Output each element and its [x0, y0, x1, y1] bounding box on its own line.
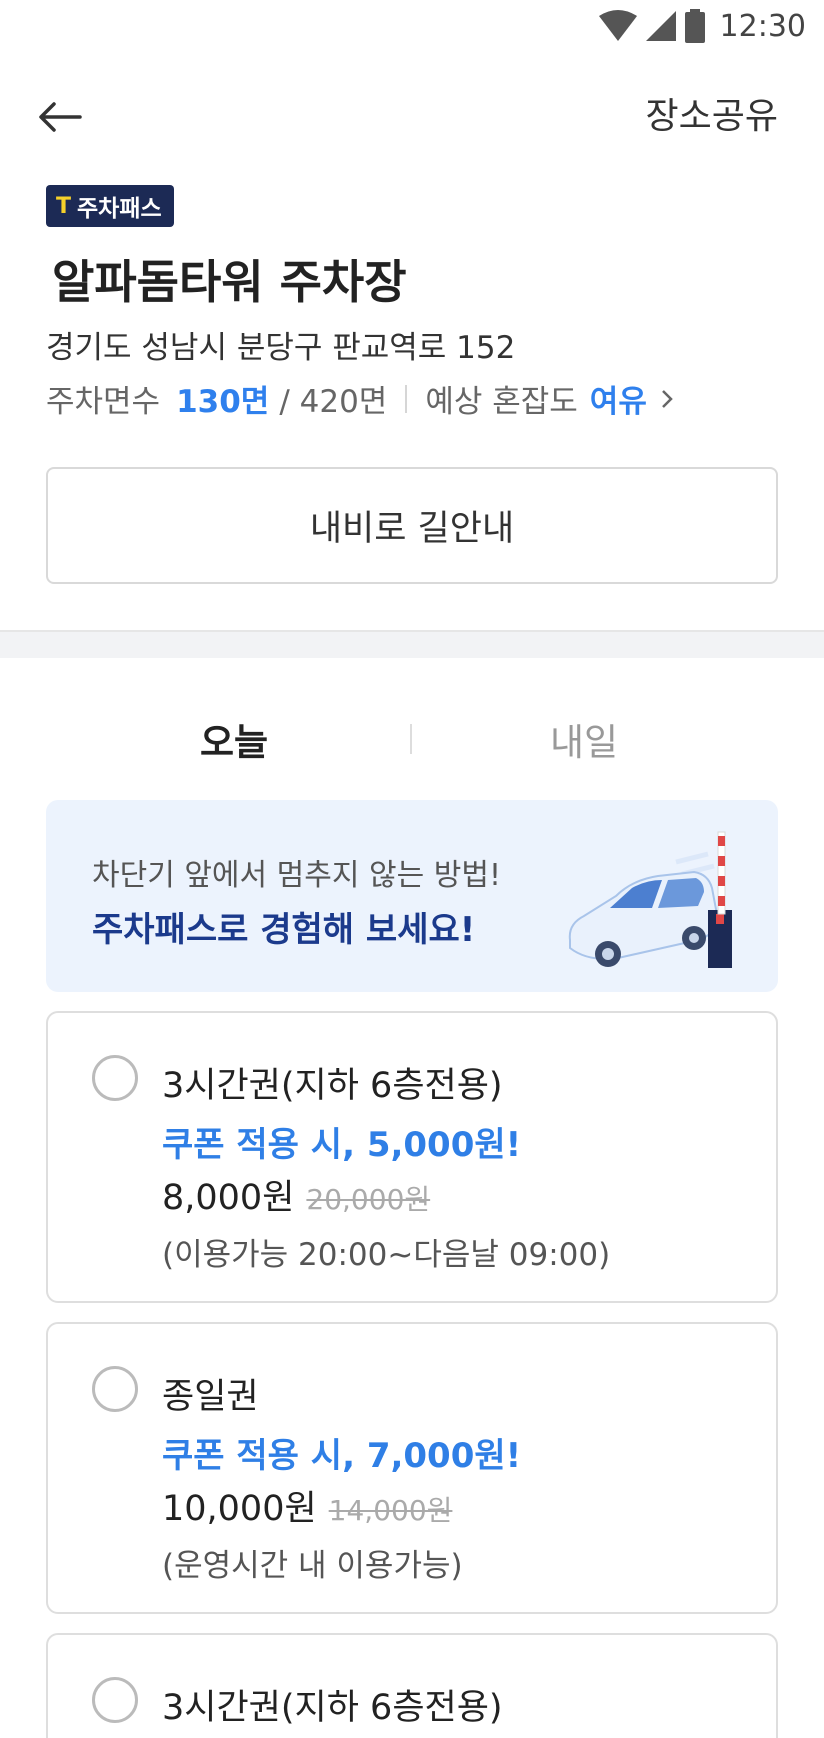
ticket-original-price: 14,000원	[328, 1494, 453, 1527]
ticket-price: 10,000원	[162, 1489, 317, 1529]
battery-icon	[684, 9, 705, 43]
ticket-option[interactable]: 3시간권(지하 6층전용) 쿠폰 적용 시, 5,000원! 8,000원 20…	[46, 1011, 778, 1303]
ticket-radio[interactable]	[92, 1055, 138, 1101]
section-divider	[0, 630, 824, 658]
back-button[interactable]	[38, 92, 88, 142]
status-time: 12:30	[719, 8, 806, 44]
parking-pass-promo-banner[interactable]: 차단기 앞에서 멈추지 않는 방법! 주차패스로 경험해 보세요!	[46, 800, 778, 992]
ticket-original-price: 20,000원	[306, 1183, 431, 1216]
navigation-button[interactable]: 내비로 길안내	[46, 467, 778, 584]
ticket-price-row: 10,000원 14,000원	[162, 1480, 452, 1531]
promo-title: 주차패스로 경험해 보세요!	[92, 910, 476, 950]
ticket-price-row: 8,000원 20,000원	[162, 1169, 430, 1220]
parking-pass-badge-label: 주차패스	[77, 196, 162, 222]
car-gate-illustration	[568, 831, 732, 968]
congestion-value: 여유	[589, 384, 647, 420]
status-bar: 12:30	[0, 0, 824, 52]
ticket-option[interactable]: 3시간권(지하 6층전용)	[46, 1633, 778, 1738]
parking-info-line[interactable]: 주차면수 130면 / 420면 예상 혼잡도 여유	[46, 376, 679, 421]
ticket-option[interactable]: 종일권 쿠폰 적용 시, 7,000원! 10,000원 14,000원 (운영…	[46, 1322, 778, 1614]
spaces-total: / 420면	[279, 384, 388, 420]
place-title: 알파돔타워 주차장	[52, 255, 407, 309]
ticket-coupon-price: 쿠폰 적용 시, 5,000원!	[162, 1125, 522, 1165]
ticket-radio[interactable]	[92, 1677, 138, 1723]
chevron-right-icon	[661, 389, 673, 408]
parking-pass-logo-icon: T	[56, 193, 72, 219]
ticket-coupon-price: 쿠폰 적용 시, 7,000원!	[162, 1436, 522, 1476]
back-arrow-icon	[39, 102, 82, 132]
tab-today[interactable]: 오늘	[200, 712, 268, 766]
tab-separator	[410, 724, 412, 754]
ticket-name: 종일권	[162, 1377, 259, 1417]
ticket-hours: (이용가능 20:00~다음날 09:00)	[162, 1237, 611, 1273]
ticket-hours: (운영시간 내 이용가능)	[162, 1548, 463, 1584]
info-separator	[405, 384, 408, 413]
ticket-radio[interactable]	[92, 1366, 138, 1412]
tab-tomorrow[interactable]: 내일	[550, 712, 618, 766]
promo-subtitle: 차단기 앞에서 멈추지 않는 방법!	[92, 858, 501, 893]
status-icons: 12:30	[598, 8, 806, 44]
ticket-price: 8,000원	[162, 1178, 295, 1218]
wifi-icon	[598, 10, 637, 41]
spaces-label: 주차면수	[46, 384, 161, 420]
ticket-name: 3시간권(지하 6층전용)	[162, 1688, 503, 1728]
spaces-available: 130면	[176, 384, 270, 420]
place-address: 경기도 성남시 분당구 판교역로 152	[46, 330, 516, 366]
parking-pass-badge: T 주차패스	[46, 185, 174, 227]
share-place-button[interactable]: 장소공유	[646, 92, 778, 142]
ticket-name: 3시간권(지하 6층전용)	[162, 1066, 503, 1106]
signal-icon	[645, 11, 676, 41]
congestion-label: 예상 혼잡도	[425, 384, 578, 420]
